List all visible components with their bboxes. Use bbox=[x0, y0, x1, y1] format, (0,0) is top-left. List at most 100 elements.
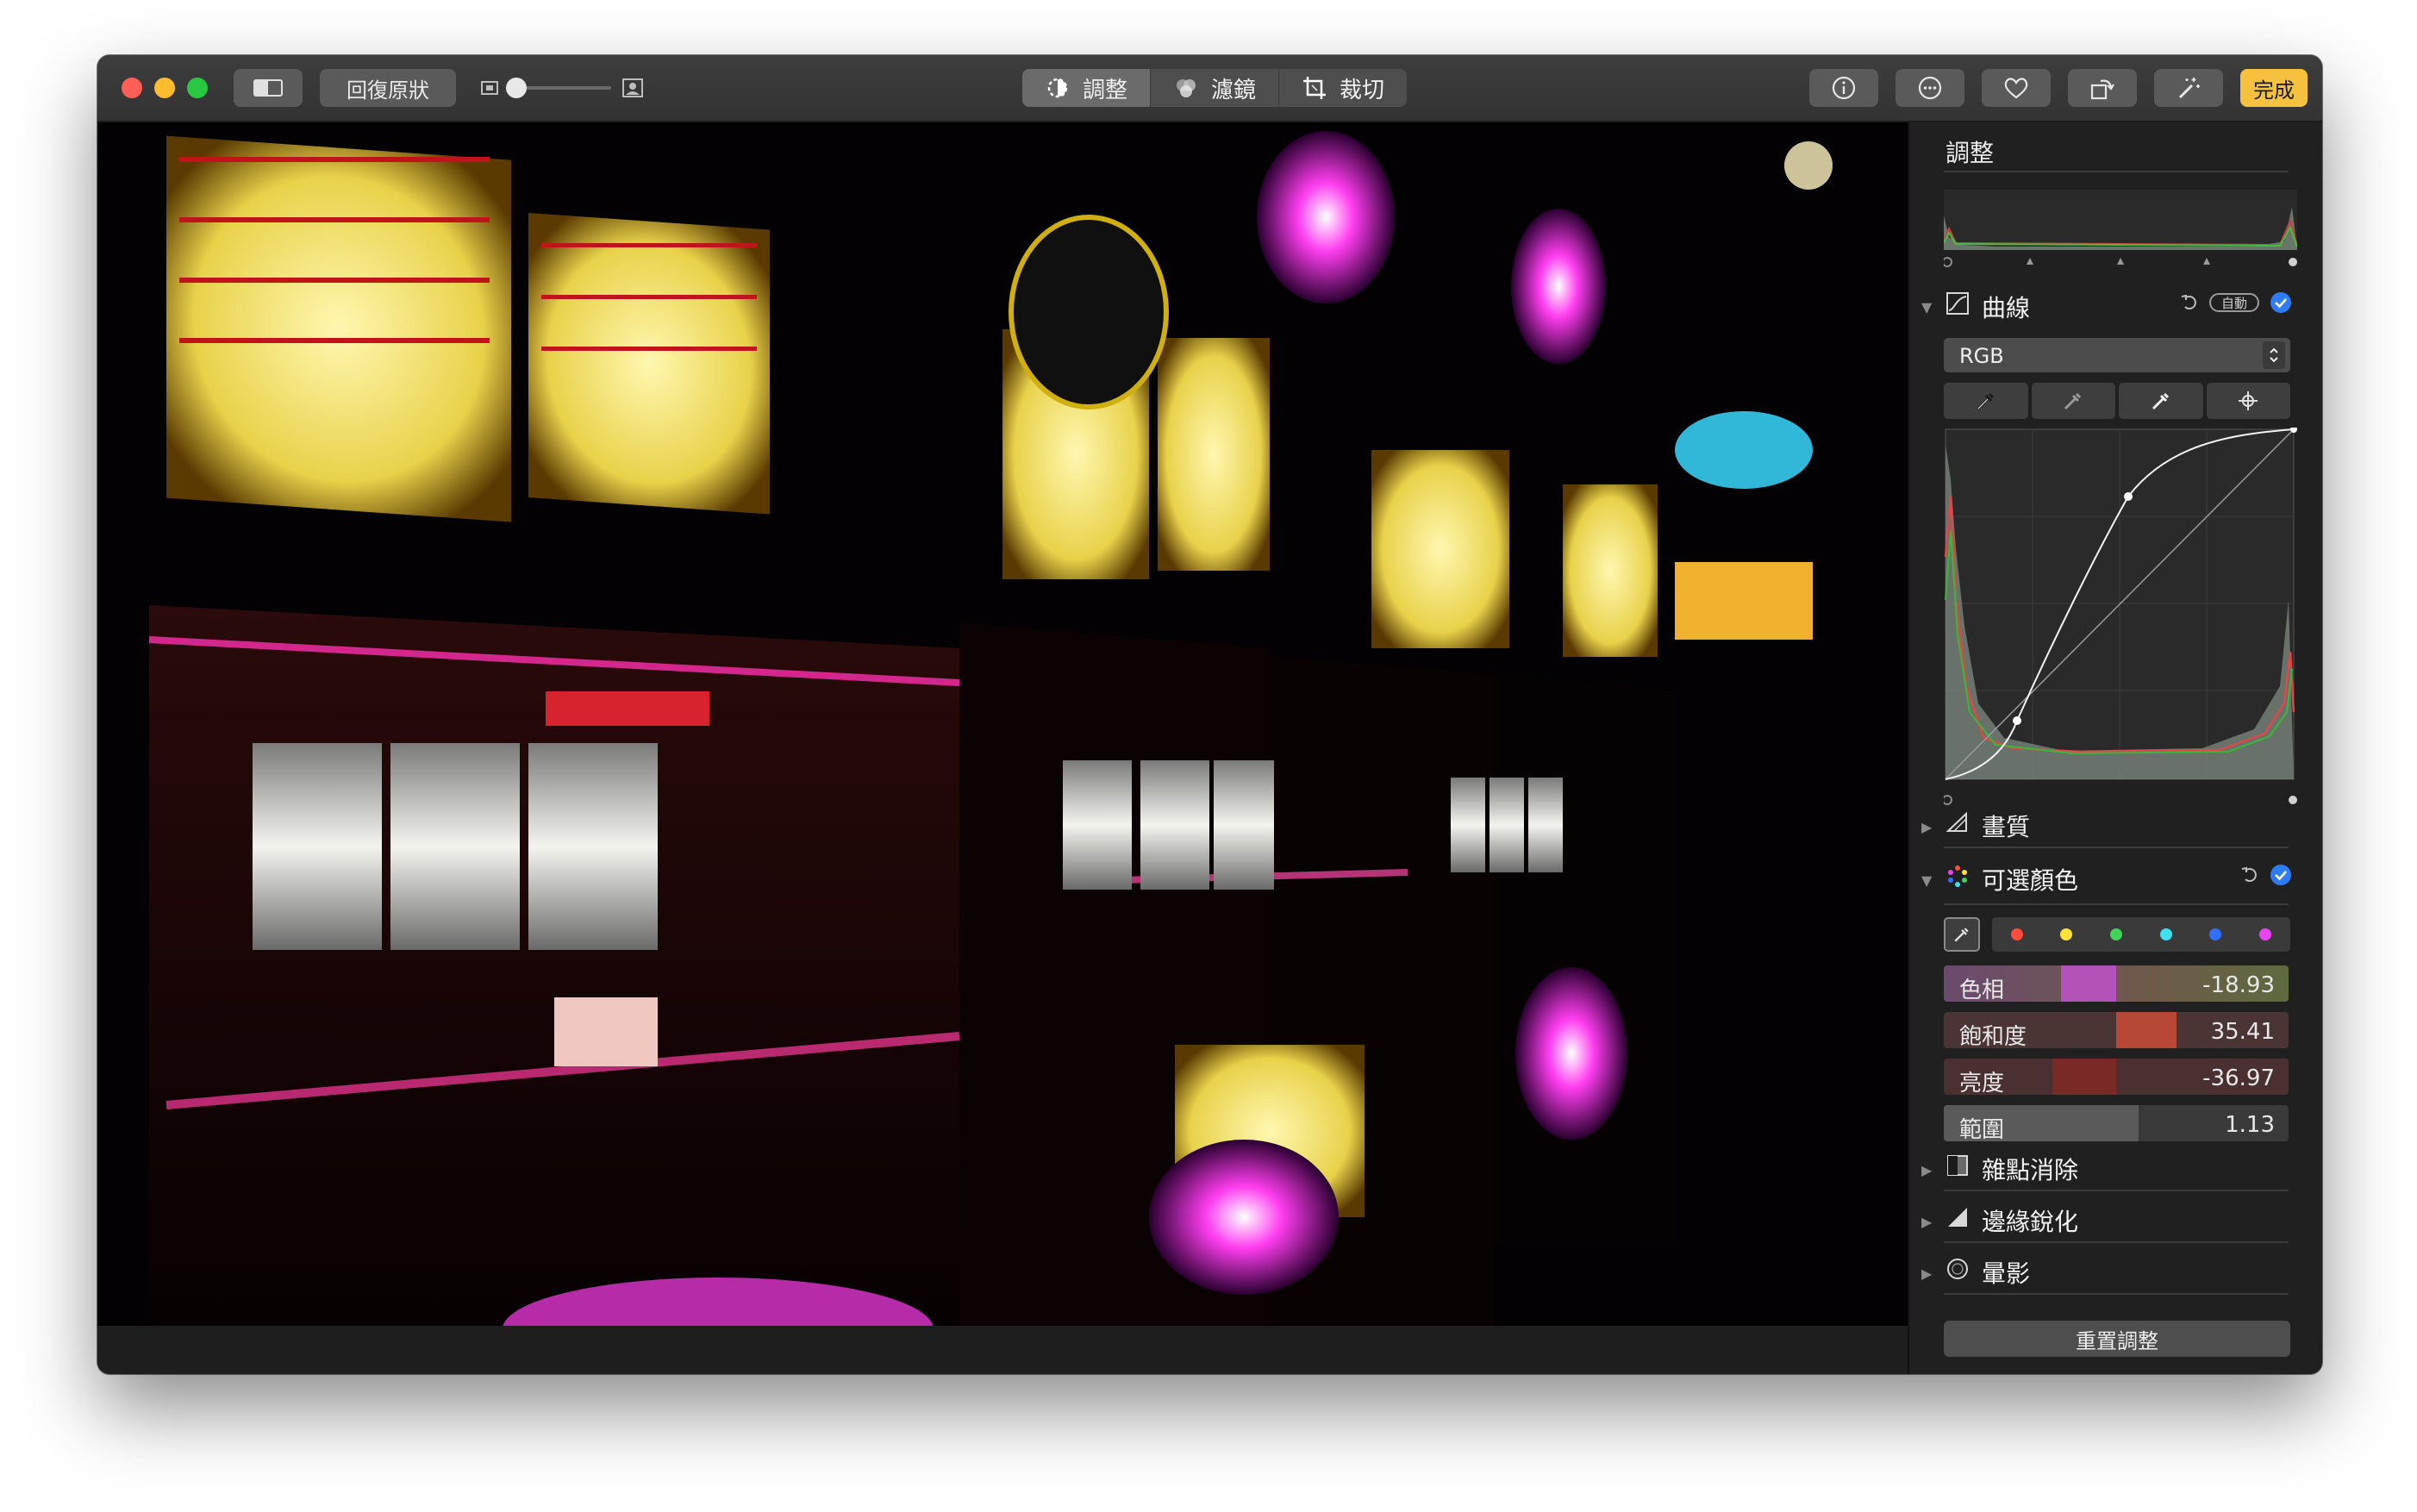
saturation-slider-label: 飽和度 bbox=[1959, 1024, 2027, 1048]
info-button[interactable] bbox=[1809, 69, 1878, 107]
selective-color-label: 可選顏色 bbox=[1982, 866, 2079, 895]
zoom-window-button[interactable] bbox=[187, 78, 208, 98]
divider bbox=[1944, 171, 2289, 172]
crop-icon bbox=[1303, 77, 1327, 99]
toolbar: 回復原狀 調整 濾鏡 裁切 完成 bbox=[97, 55, 2322, 122]
slot-machines-photo bbox=[97, 122, 1908, 1326]
rotate-button[interactable] bbox=[2068, 69, 2137, 107]
swatch-magenta[interactable] bbox=[2242, 918, 2289, 951]
enhance-button[interactable] bbox=[2154, 69, 2223, 107]
curves-eyedroppers bbox=[1944, 383, 2290, 419]
chevron-updown-icon bbox=[2263, 341, 2285, 369]
sharpen-icon bbox=[1948, 1208, 1967, 1227]
eyedropper-gray-icon bbox=[2064, 392, 2082, 410]
hue-slider-label: 色相 bbox=[1959, 978, 2005, 1002]
sharpen-disclosure-icon[interactable]: ▶ bbox=[1921, 1214, 1932, 1230]
minimize-window-button[interactable] bbox=[154, 78, 175, 98]
more-icon bbox=[1918, 76, 1942, 100]
swatch-green[interactable] bbox=[2093, 918, 2139, 951]
selective-color-icon bbox=[1948, 865, 1967, 887]
rotate-icon bbox=[2090, 79, 2114, 100]
edit-mode-tabs: 調整 濾鏡 裁切 bbox=[1022, 69, 1408, 107]
luminance-slider[interactable]: 亮度 -36.97 bbox=[1944, 1059, 2289, 1095]
zoom-out-icon bbox=[481, 81, 498, 95]
curves-reset-icon[interactable] bbox=[2180, 293, 2199, 312]
selective-color-enabled-checkmark-icon[interactable] bbox=[2270, 864, 2292, 886]
heart-icon bbox=[2004, 78, 2028, 99]
done-button[interactable]: 完成 bbox=[2240, 69, 2308, 107]
revert-button[interactable]: 回復原狀 bbox=[320, 69, 456, 107]
vignette-disclosure-icon[interactable]: ▶ bbox=[1921, 1265, 1932, 1282]
definition-disclosure-icon[interactable]: ▶ bbox=[1921, 819, 1932, 835]
close-window-button[interactable] bbox=[122, 78, 142, 98]
swatch-yellow-dot bbox=[2060, 928, 2073, 940]
photos-editor-window: 回復原狀 調整 濾鏡 裁切 完成 調整 ▼ 曲線 自動 RGB ▶ 畫質 ▼ 可… bbox=[97, 55, 2322, 1374]
definition-icon bbox=[1945, 811, 1967, 832]
saturation-slider-fill bbox=[2116, 1012, 2177, 1048]
luminance-slider-fill bbox=[2052, 1059, 2116, 1095]
definition-label: 畫質 bbox=[1982, 813, 2031, 841]
eyedropper-icon bbox=[1954, 928, 1969, 942]
range-slider-value: 1.13 bbox=[2225, 1112, 2275, 1138]
noise-reduction-icon bbox=[1947, 1155, 1968, 1176]
black-point-eyedropper-button[interactable] bbox=[1944, 383, 2028, 419]
curves-range-handles[interactable] bbox=[1942, 793, 2297, 805]
eyedropper-black-icon bbox=[1977, 392, 1994, 410]
zoom-in-icon bbox=[622, 78, 643, 97]
swatch-red-dot bbox=[2010, 928, 2023, 940]
crosshair-icon bbox=[2239, 391, 2258, 410]
tab-crop-label: 裁切 bbox=[1340, 77, 1385, 103]
noise-reduction-disclosure-icon[interactable]: ▶ bbox=[1921, 1162, 1932, 1178]
compare-icon bbox=[253, 79, 283, 97]
more-button[interactable] bbox=[1896, 69, 1964, 107]
curves-auto-button[interactable]: 自動 bbox=[2209, 293, 2259, 312]
selective-color-eyedropper-button[interactable] bbox=[1944, 917, 1980, 952]
saturation-slider-value: 35.41 bbox=[2210, 1019, 2275, 1045]
curves-enabled-checkmark-icon[interactable] bbox=[2270, 291, 2292, 314]
compare-button[interactable] bbox=[234, 69, 303, 107]
saturation-slider[interactable]: 飽和度 35.41 bbox=[1944, 1012, 2289, 1048]
vignette-icon bbox=[1947, 1259, 1968, 1279]
white-point-eyedropper-button[interactable] bbox=[2119, 383, 2203, 419]
photo-canvas[interactable] bbox=[97, 122, 1908, 1326]
add-point-button[interactable] bbox=[2206, 383, 2290, 419]
favorite-button[interactable] bbox=[1982, 69, 2051, 107]
luminance-slider-value: -36.97 bbox=[2202, 1065, 2275, 1091]
range-slider-label: 範圍 bbox=[1959, 1117, 2005, 1141]
divider bbox=[1944, 903, 2289, 905]
panel-header: 調整 bbox=[1945, 139, 1995, 167]
color-swatch-picker bbox=[1992, 917, 2290, 952]
histogram bbox=[1944, 190, 2297, 250]
reset-adjustments-button[interactable]: 重置調整 bbox=[1944, 1321, 2290, 1357]
curves-channel-select[interactable]: RGB bbox=[1944, 338, 2290, 372]
swatch-yellow[interactable] bbox=[2043, 918, 2089, 951]
levels-handles[interactable] bbox=[1942, 255, 2297, 267]
divider bbox=[1944, 1241, 2289, 1243]
tab-crop[interactable]: 裁切 bbox=[1279, 69, 1407, 107]
adjust-icon bbox=[1047, 78, 1068, 98]
info-icon bbox=[1832, 76, 1856, 100]
swatch-blue[interactable] bbox=[2192, 918, 2239, 951]
swatch-cyan-dot bbox=[2159, 928, 2172, 940]
tab-adjust-label: 調整 bbox=[1083, 77, 1128, 103]
selective-color-reset-icon[interactable] bbox=[2240, 865, 2259, 884]
tab-adjust[interactable]: 調整 bbox=[1022, 69, 1152, 107]
hue-slider-fill bbox=[2061, 965, 2116, 1002]
selective-color-disclosure-icon[interactable]: ▼ bbox=[1921, 872, 1932, 889]
curves-graph[interactable] bbox=[1944, 428, 2297, 790]
tab-filters[interactable]: 濾鏡 bbox=[1151, 69, 1280, 107]
swatch-red[interactable] bbox=[1994, 918, 2040, 951]
luminance-slider-label: 亮度 bbox=[1959, 1071, 2005, 1095]
swatch-cyan[interactable] bbox=[2143, 918, 2189, 951]
curves-disclosure-icon[interactable]: ▼ bbox=[1921, 299, 1932, 316]
range-slider[interactable]: 範圍 1.13 bbox=[1944, 1105, 2289, 1141]
hue-slider[interactable]: 色相 -18.93 bbox=[1944, 965, 2289, 1002]
vignette-label: 暈影 bbox=[1982, 1259, 2031, 1288]
curves-icon bbox=[1946, 292, 1969, 315]
gray-point-eyedropper-button[interactable] bbox=[2031, 383, 2115, 419]
noise-reduction-label: 雜點消除 bbox=[1982, 1156, 2079, 1184]
tab-filters-label: 濾鏡 bbox=[1211, 77, 1257, 103]
zoom-slider-knob[interactable] bbox=[506, 78, 527, 98]
filters-icon bbox=[1177, 79, 1196, 97]
swatch-magenta-dot bbox=[2259, 928, 2272, 940]
